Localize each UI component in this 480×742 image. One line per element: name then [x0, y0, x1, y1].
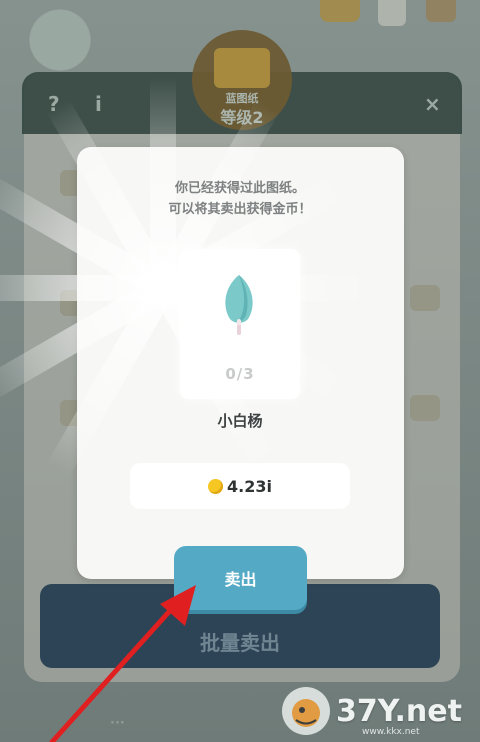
- watermark-text: 37Y.net: [336, 693, 462, 729]
- red-arrow-annotation: [49, 585, 196, 742]
- background-label: ···: [110, 716, 125, 731]
- watermark-logo: [282, 687, 330, 735]
- watermark-subtext: www.kkx.net: [362, 727, 420, 737]
- mascot-icon: [292, 699, 320, 727]
